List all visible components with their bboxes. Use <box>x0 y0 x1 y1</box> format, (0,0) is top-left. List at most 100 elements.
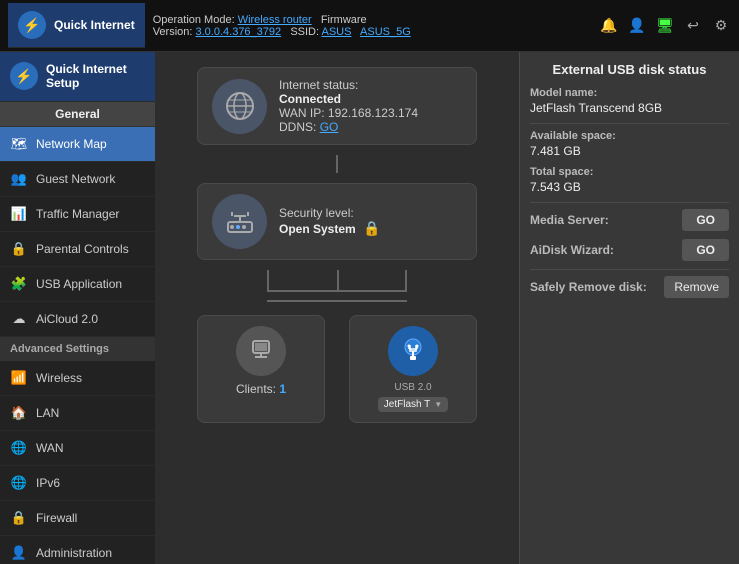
router-node: Security level: Open System 🔒 <box>197 183 477 260</box>
sidebar-label-network-map: Network Map <box>36 137 107 151</box>
general-header: General <box>0 102 155 127</box>
model-name-value: JetFlash Transcend 8GB <box>530 101 729 115</box>
total-space-label: Total space: <box>530 166 729 178</box>
administration-icon: 👤 <box>10 544 28 562</box>
usb-dropdown[interactable]: JetFlash T <box>378 397 448 412</box>
ssid-value[interactable]: ASUS <box>322 26 352 38</box>
sidebar-label-ipv6: IPv6 <box>36 476 60 490</box>
bottom-nodes: Clients: 1 <box>197 315 477 423</box>
layout: ⚡ Quick InternetSetup General 🗺 Network … <box>0 52 739 564</box>
sidebar-item-usb-application[interactable]: 🧩 USB Application <box>0 267 155 302</box>
sidebar-label-firewall: Firewall <box>36 511 77 525</box>
safely-remove-button[interactable]: Remove <box>664 276 729 298</box>
router-icon <box>212 194 267 249</box>
quick-internet-setup[interactable]: ⚡ Quick Internet <box>8 3 145 48</box>
safely-remove-label: Safely Remove disk: <box>530 280 647 294</box>
wan-ip-label: WAN IP: <box>279 106 325 120</box>
model-name-label: Model name: <box>530 87 729 99</box>
version-value[interactable]: 3.0.0.4.376_3792 <box>196 26 282 38</box>
media-server-go-button[interactable]: GO <box>682 209 729 231</box>
usb-panel-title: External USB disk status <box>530 62 729 77</box>
sidebar-item-wireless[interactable]: 📶 Wireless <box>0 361 155 396</box>
operation-value[interactable]: Wireless router <box>238 14 312 26</box>
usb-icon <box>388 326 438 376</box>
gear-icon[interactable]: ⚙ <box>711 16 731 36</box>
user-icon[interactable]: 👤 <box>627 16 647 36</box>
monitor-icon[interactable]: 🖥 <box>655 16 675 36</box>
version-line: Version: 3.0.0.4.376_3792 SSID: ASUS ASU… <box>153 26 411 38</box>
quick-setup-label: Quick Internet <box>54 18 135 32</box>
topbar-icons: 🔔 👤 🖥 ↩ ⚙ <box>599 16 731 36</box>
clients-label: Clients: 1 <box>236 382 286 396</box>
sidebar-label-guest-network: Guest Network <box>36 172 115 186</box>
sidebar-item-aicloud[interactable]: ☁ AiCloud 2.0 <box>0 302 155 337</box>
ssid-5g-value[interactable]: ASUS_5G <box>360 26 411 38</box>
router-info: Security level: Open System 🔒 <box>279 206 462 237</box>
clients-count: 1 <box>279 382 286 396</box>
aidisk-go-button[interactable]: GO <box>682 239 729 261</box>
sidebar-quick-label: Quick InternetSetup <box>46 62 127 91</box>
topbar: ⚡ Quick Internet Operation Mode: Wireles… <box>0 0 739 52</box>
sidebar-item-guest-network[interactable]: 👥 Guest Network <box>0 162 155 197</box>
wireless-icon: 📶 <box>10 369 28 387</box>
sidebar-item-wan[interactable]: 🌐 WAN <box>0 431 155 466</box>
connector-1 <box>336 155 338 173</box>
wan-icon: 🌐 <box>10 439 28 457</box>
sidebar-item-firewall[interactable]: 🔒 Firewall <box>0 501 155 536</box>
usb-dropdown-value: JetFlash T <box>384 399 431 410</box>
internet-status-value: Connected <box>279 92 462 106</box>
media-server-row: Media Server: GO <box>530 209 729 231</box>
globe-icon <box>212 79 267 134</box>
sidebar-item-network-map[interactable]: 🗺 Network Map <box>0 127 155 162</box>
branch-connector <box>197 270 477 290</box>
advanced-settings-header: Advanced Settings <box>0 337 155 361</box>
safely-remove-row: Safely Remove disk: Remove <box>530 276 729 298</box>
sidebar-label-administration: Administration <box>36 546 112 560</box>
clients-node: Clients: 1 <box>197 315 325 423</box>
internet-status-label: Internet status: <box>279 78 462 92</box>
back-icon[interactable]: ↩ <box>683 16 703 36</box>
lock-icon: 🔒 <box>363 220 380 236</box>
aicloud-icon: ☁ <box>10 310 28 328</box>
operation-label: Operation Mode: <box>153 14 235 26</box>
wan-ip-line: WAN IP: 192.168.123.174 <box>279 106 462 120</box>
sidebar-item-traffic-manager[interactable]: 📊 Traffic Manager <box>0 197 155 232</box>
usb-node: USB 2.0 JetFlash T <box>349 315 477 423</box>
sidebar-item-lan[interactable]: 🏠 LAN <box>0 396 155 431</box>
ddns-go-link[interactable]: GO <box>320 120 339 134</box>
sidebar-item-administration[interactable]: 👤 Administration <box>0 536 155 564</box>
security-label: Security level: <box>279 206 462 220</box>
operation-mode-line: Operation Mode: Wireless router Firmware <box>153 14 411 26</box>
total-space-value: 7.543 GB <box>530 180 729 194</box>
sidebar-label-lan: LAN <box>36 406 59 420</box>
bell-icon[interactable]: 🔔 <box>599 16 619 36</box>
sidebar-label-aicloud: AiCloud 2.0 <box>36 312 98 326</box>
network-area: Internet status: Connected WAN IP: 192.1… <box>155 52 739 564</box>
lan-icon: 🏠 <box>10 404 28 422</box>
internet-node: Internet status: Connected WAN IP: 192.1… <box>197 67 477 145</box>
sidebar-quick-internet[interactable]: ⚡ Quick InternetSetup <box>0 52 155 102</box>
firmware-label: Firmware <box>321 14 367 26</box>
sidebar-item-ipv6[interactable]: 🌐 IPv6 <box>0 466 155 501</box>
sidebar-label-usb-application: USB Application <box>36 277 122 291</box>
ipv6-icon: 🌐 <box>10 474 28 492</box>
security-value: Open System 🔒 <box>279 220 462 237</box>
ddns-line: DDNS: GO <box>279 120 462 134</box>
guest-network-icon: 👥 <box>10 170 28 188</box>
media-server-label: Media Server: <box>530 213 609 227</box>
total-space-field: Total space: 7.543 GB <box>530 166 729 194</box>
divider-3 <box>530 269 729 270</box>
network-map-icon: 🗺 <box>10 135 28 153</box>
sidebar-item-parental-controls[interactable]: 🔒 Parental Controls <box>0 232 155 267</box>
wan-ip-value: 192.168.123.174 <box>328 106 418 120</box>
traffic-manager-icon: 📊 <box>10 205 28 223</box>
available-space-value: 7.481 GB <box>530 144 729 158</box>
network-map-panel: Internet status: Connected WAN IP: 192.1… <box>155 52 519 564</box>
sidebar: ⚡ Quick InternetSetup General 🗺 Network … <box>0 52 155 564</box>
divider-1 <box>530 123 729 124</box>
divider-2 <box>530 202 729 203</box>
usb-status-panel: External USB disk status Model name: Jet… <box>519 52 739 564</box>
usb-type-label: USB 2.0 <box>394 382 431 393</box>
firewall-icon: 🔒 <box>10 509 28 527</box>
topbar-info: Operation Mode: Wireless router Firmware… <box>153 14 411 38</box>
